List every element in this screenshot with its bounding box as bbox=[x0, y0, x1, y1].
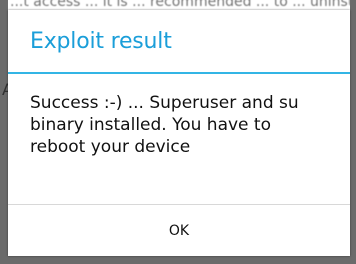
screen: ...t access ... it is ... recommended ..… bbox=[0, 0, 356, 264]
dialog-message: Success :-) ... Superuser and su binary … bbox=[30, 93, 299, 157]
dim-overlay-left bbox=[0, 0, 8, 264]
ok-button[interactable]: OK bbox=[8, 205, 350, 256]
dim-overlay-right bbox=[350, 0, 356, 264]
dialog-title: Exploit result bbox=[30, 28, 172, 54]
alert-dialog: Exploit result Success :-) ... Superuser… bbox=[8, 10, 350, 256]
